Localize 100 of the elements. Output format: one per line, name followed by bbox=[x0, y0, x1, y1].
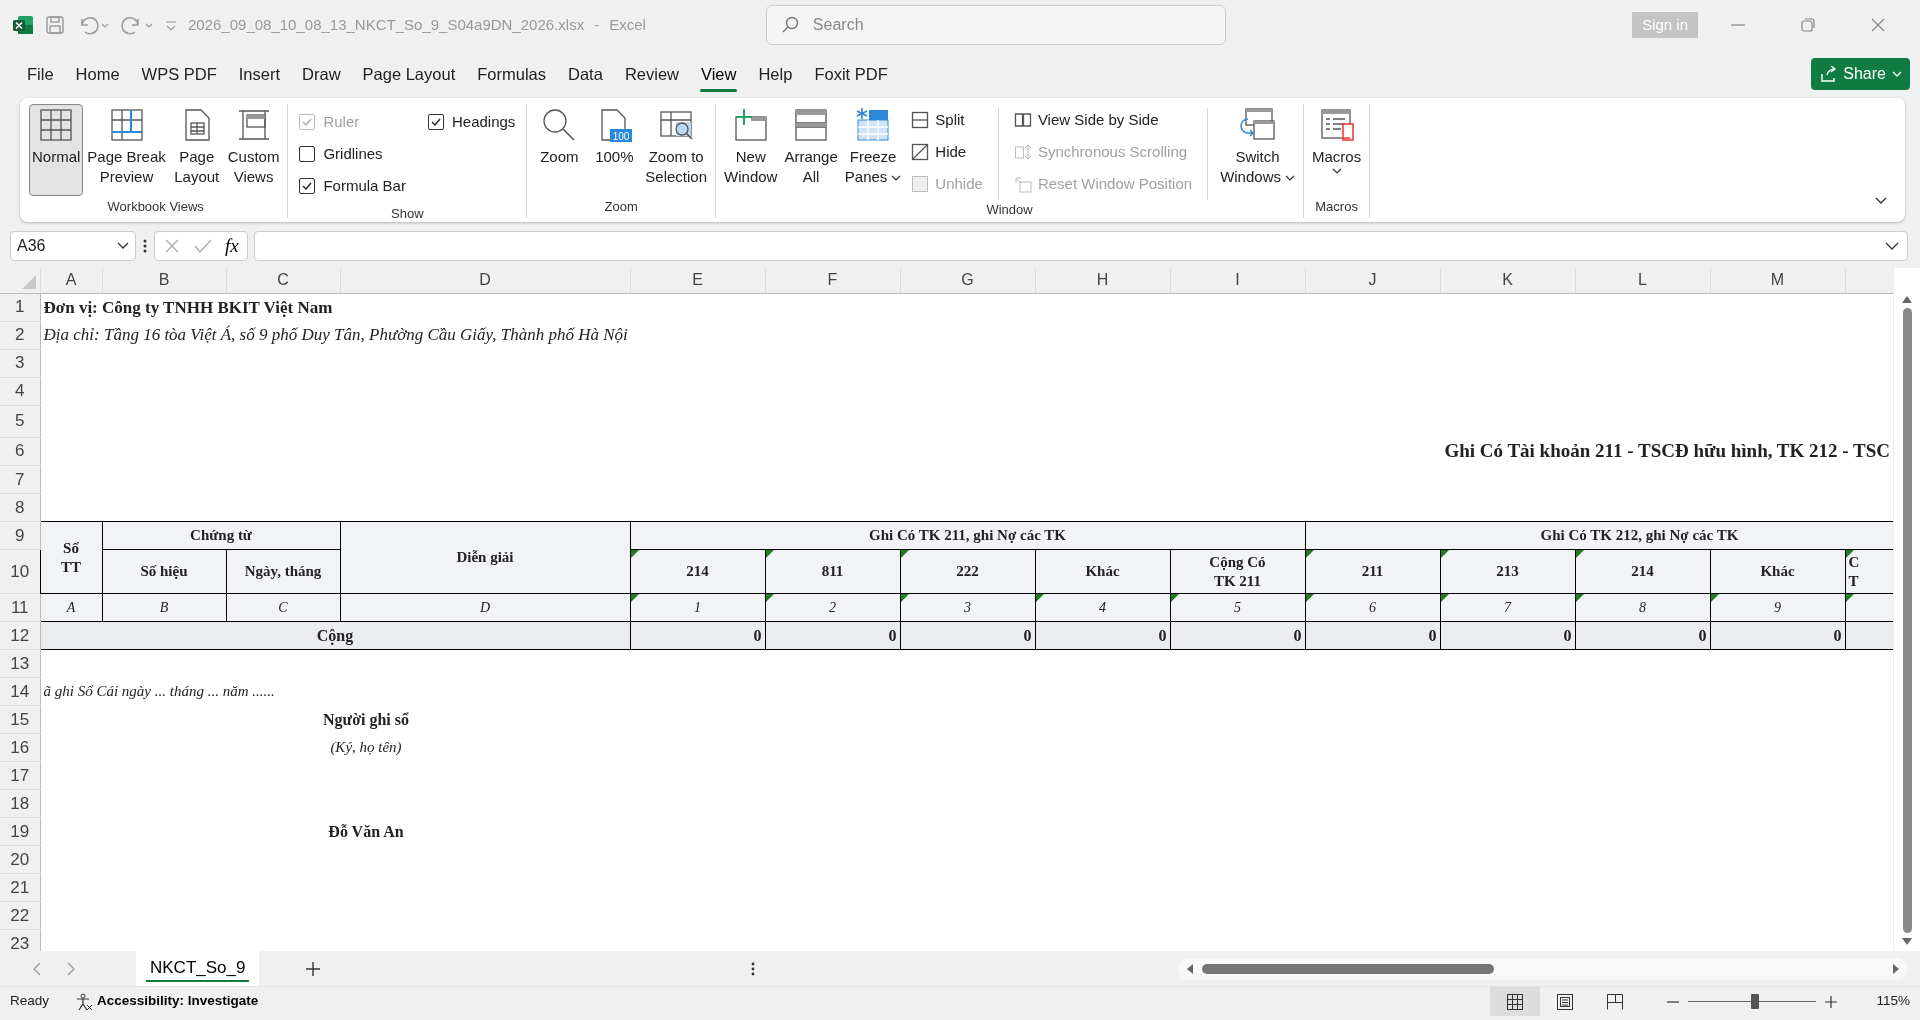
column-header[interactable]: C bbox=[226, 268, 340, 293]
row-header[interactable]: 3 bbox=[0, 349, 40, 377]
row-header[interactable]: 22 bbox=[0, 901, 40, 930]
ribbon-button[interactable]: View Side by Side bbox=[1011, 104, 1195, 136]
menu-tab[interactable]: Review bbox=[613, 57, 690, 91]
error-indicator-icon bbox=[631, 594, 639, 602]
ribbon-button[interactable]: Custom Views bbox=[224, 104, 283, 196]
share-button[interactable]: Share bbox=[1811, 58, 1910, 90]
checkbox[interactable] bbox=[427, 114, 444, 130]
row-header[interactable]: 14 bbox=[0, 677, 40, 706]
row-header[interactable]: 21 bbox=[0, 873, 40, 902]
zoom-level[interactable]: 115% bbox=[1876, 991, 1910, 1012]
search-box[interactable]: Search bbox=[765, 5, 1226, 45]
more-icon[interactable] bbox=[142, 237, 148, 255]
row-header[interactable]: 8 bbox=[0, 493, 40, 522]
column-header[interactable]: B bbox=[102, 268, 226, 293]
row-header[interactable]: 12 bbox=[0, 621, 40, 650]
ribbon-button[interactable]: Freeze Panes bbox=[841, 104, 905, 196]
check-icon bbox=[301, 180, 314, 192]
grid-icon bbox=[38, 107, 75, 143]
row-header[interactable]: 11 bbox=[0, 593, 40, 622]
menu-tab[interactable]: Insert bbox=[227, 57, 292, 91]
name-box[interactable]: A36 bbox=[10, 231, 136, 261]
row-header[interactable]: 20 bbox=[0, 845, 40, 874]
menu-tab[interactable]: Draw bbox=[291, 57, 352, 91]
row-header[interactable]: 16 bbox=[0, 733, 40, 762]
menu-tab[interactable]: View bbox=[690, 57, 748, 91]
horizontal-scrollbar[interactable] bbox=[1178, 957, 1908, 980]
row-header[interactable]: 5 bbox=[0, 405, 40, 437]
table-cell: 0 bbox=[1710, 621, 1845, 650]
insert-function-button[interactable]: fx bbox=[225, 231, 239, 261]
column-header[interactable]: L bbox=[1575, 268, 1710, 293]
row-header[interactable]: 9 bbox=[0, 521, 40, 550]
scroll-left-icon[interactable] bbox=[1186, 962, 1194, 975]
menu-tab[interactable]: Formulas bbox=[466, 57, 557, 91]
checkbox[interactable] bbox=[299, 146, 316, 162]
menu-tab[interactable]: Data bbox=[557, 57, 614, 91]
ribbon-button[interactable]: 100 100% bbox=[587, 104, 642, 196]
slider-thumb[interactable] bbox=[1751, 993, 1759, 1009]
row-header[interactable]: 17 bbox=[0, 761, 40, 790]
sheet-tab[interactable]: NKCT_So_9 bbox=[136, 951, 260, 986]
row-header[interactable]: 18 bbox=[0, 789, 40, 818]
ribbon-button[interactable]: Macros bbox=[1309, 104, 1365, 196]
menu-tab[interactable]: WPS PDF bbox=[130, 57, 228, 91]
row-header[interactable]: 10 bbox=[0, 549, 40, 594]
table-cell: 0 bbox=[630, 621, 765, 650]
caret-icon[interactable] bbox=[117, 241, 129, 251]
scrollbar-thumb[interactable] bbox=[1202, 963, 1494, 974]
cancel-icon[interactable] bbox=[163, 237, 181, 255]
row-header[interactable]: 1 bbox=[0, 293, 40, 321]
redo-icon[interactable] bbox=[120, 14, 154, 36]
row-header[interactable]: 13 bbox=[0, 649, 40, 678]
row-header[interactable]: 6 bbox=[0, 437, 40, 466]
ribbon-button[interactable]: Switch Windows bbox=[1217, 104, 1298, 196]
menu-tab[interactable]: Page Layout bbox=[351, 57, 467, 91]
scroll-right-icon[interactable] bbox=[1892, 962, 1900, 975]
column-header[interactable]: M bbox=[1710, 268, 1845, 293]
scroll-down-icon[interactable] bbox=[1901, 937, 1913, 947]
formula-input[interactable] bbox=[253, 231, 1908, 261]
column-header[interactable]: K bbox=[1440, 268, 1575, 293]
column-header[interactable]: A bbox=[40, 268, 102, 293]
menu-tab[interactable]: Foxit PDF bbox=[803, 57, 899, 91]
menu-tab[interactable]: Help bbox=[747, 57, 804, 91]
menu-tab[interactable]: Home bbox=[64, 57, 131, 91]
scrollbar-thumb[interactable] bbox=[1902, 308, 1912, 933]
row-header[interactable]: 23 bbox=[0, 929, 40, 951]
ribbon-button[interactable]: Zoom to Selection bbox=[642, 104, 711, 196]
column-header[interactable]: D bbox=[340, 268, 630, 293]
ribbon-button[interactable]: Split bbox=[909, 104, 985, 136]
menu-tab[interactable]: File bbox=[16, 57, 65, 91]
row-header[interactable]: 7 bbox=[0, 465, 40, 494]
ribbon-button[interactable]: Normal bbox=[29, 104, 84, 196]
scroll-up-icon[interactable] bbox=[1901, 294, 1913, 304]
more-icon[interactable] bbox=[749, 960, 756, 977]
group-label: Show bbox=[390, 205, 425, 223]
column-header[interactable]: F bbox=[765, 268, 900, 293]
view-button[interactable] bbox=[1490, 987, 1541, 1016]
column-header[interactable]: I bbox=[1170, 268, 1305, 293]
ribbon-button[interactable]: Page Layout bbox=[169, 104, 224, 196]
column-header[interactable]: H bbox=[1035, 268, 1170, 293]
ribbon-button[interactable]: Arrange All bbox=[781, 104, 841, 196]
search-field[interactable]: Search bbox=[810, 12, 1191, 38]
row-header[interactable]: 4 bbox=[0, 377, 40, 405]
row-header[interactable]: 19 bbox=[0, 817, 40, 846]
check-icon[interactable] bbox=[193, 237, 213, 255]
chevron-icon[interactable] bbox=[1885, 240, 1899, 252]
column-header[interactable]: J bbox=[1305, 268, 1440, 293]
row-header[interactable]: 15 bbox=[0, 705, 40, 734]
row-header[interactable]: 2 bbox=[0, 321, 40, 349]
ribbon-button[interactable]: Page Break Preview bbox=[84, 104, 169, 196]
plus-icon[interactable] bbox=[1824, 994, 1839, 1009]
column-header[interactable]: E bbox=[630, 268, 765, 293]
accessibility-button[interactable]: Accessibility: Investigate bbox=[75, 991, 259, 1012]
checkbox[interactable] bbox=[299, 178, 316, 194]
ribbon-button[interactable]: Hide bbox=[909, 136, 985, 168]
ribbon-button[interactable]: Zoom bbox=[532, 104, 587, 196]
save-icon[interactable] bbox=[44, 14, 66, 36]
ribbon-button[interactable]: New Window bbox=[721, 104, 781, 196]
column-header[interactable]: G bbox=[900, 268, 1035, 293]
header-cell: C T bbox=[1845, 549, 1893, 594]
